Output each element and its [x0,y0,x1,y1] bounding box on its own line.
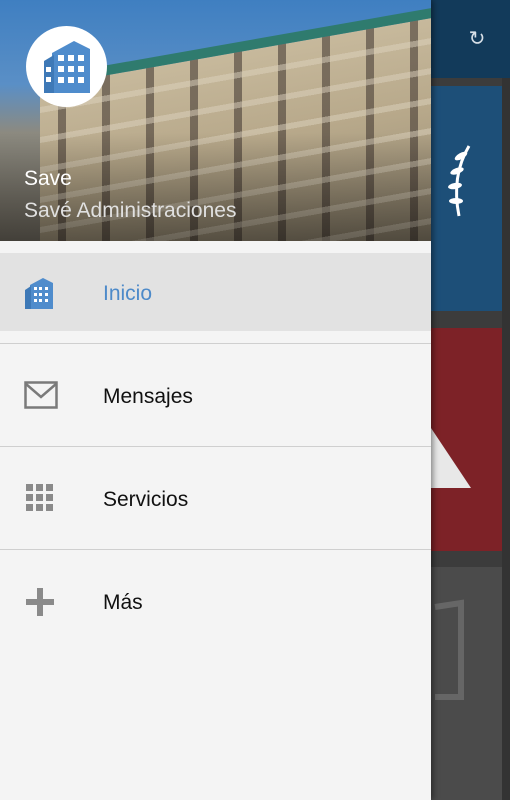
menu-item-label: Más [103,591,143,614]
background-tile-dark [431,567,502,800]
account-name: Save [24,167,72,190]
background-tile-blue [431,86,502,311]
warning-icon [431,428,471,488]
plus-icon [24,586,58,620]
background-gap [502,78,510,800]
menu-item-inicio[interactable]: Inicio [0,241,431,344]
sofa-icon [434,599,464,700]
menu-item-label: Mensajes [103,385,193,408]
envelope-icon [24,381,58,415]
menu-item-label: Inicio [103,282,153,305]
refresh-icon[interactable]: ↻ [466,28,488,50]
avatar[interactable] [26,26,107,107]
laurel-icon [448,145,471,217]
menu-item-mas[interactable]: Más [0,550,431,653]
account-subtitle: Savé Administraciones [24,199,237,222]
navigation-drawer: Save Savé Administraciones Inicio Mensaj… [0,0,431,800]
building-icon [44,41,90,93]
menu-item-label: Servicios [103,488,189,511]
background-tile-red [431,328,502,551]
menu-item-mensajes[interactable]: Mensajes [0,344,431,447]
menu-item-servicios[interactable]: Servicios [0,447,431,550]
grid-icon [24,482,58,516]
drawer-header: Save Savé Administraciones [0,0,431,241]
drawer-menu: Inicio Mensajes Servicios Más [0,241,431,653]
building-icon [24,277,58,311]
